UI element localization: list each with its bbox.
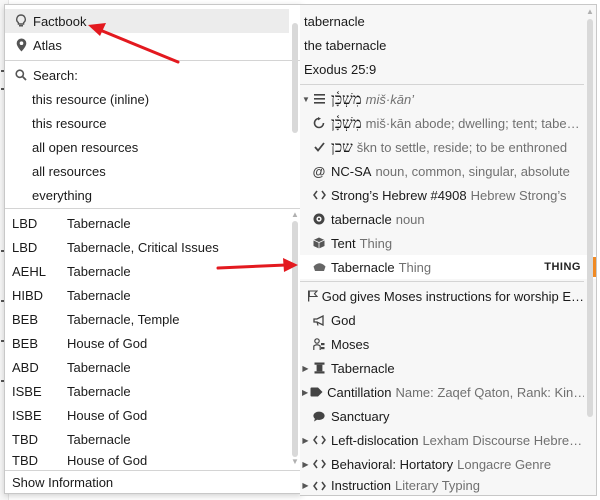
resource-item[interactable]: BEB Tabernacle, Temple (5, 307, 289, 331)
search-scope-all-resources[interactable]: all resources (5, 159, 289, 183)
reference[interactable]: Exodus 25:9 (300, 57, 584, 81)
panel-item-left-dislocation[interactable]: ▶ Left-dislocation Lexham Discourse Hebr… (300, 428, 584, 452)
thing-icon (311, 262, 327, 272)
panel-item-strongs[interactable]: Strong’s Hebrew #4908 Hebrew Strong’s (300, 183, 584, 207)
menu-separator (5, 470, 301, 471)
megaphone-icon (311, 314, 327, 326)
selected-word: tabernacle (304, 13, 365, 29)
panel-separator (300, 281, 584, 282)
panel-item-cantillation[interactable]: ▶ Cantillation Name: Zaqef Qaton, Rank: … (300, 380, 584, 404)
context-menu: Factbook Atlas Search: this resource (in… (4, 4, 302, 494)
panel-item-morphology[interactable]: @ NC-SA noun, common, singular, absolute (300, 159, 584, 183)
panel-item-tabernacle[interactable]: ▶ Tabernacle (300, 356, 584, 380)
sense-icon (311, 213, 327, 225)
menu-item-atlas[interactable]: Atlas (5, 33, 289, 57)
expand-right-icon[interactable]: ▶ (302, 364, 309, 373)
show-information-button[interactable]: Show Information (12, 472, 113, 492)
expand-right-icon[interactable]: ▶ (302, 481, 309, 490)
search-scope-inline[interactable]: this resource (inline) (5, 87, 289, 111)
panel-item-surface-form[interactable]: ▼ מִשְׁכָּ֫ן miš·kān’ (300, 87, 584, 111)
code-brackets-icon (311, 435, 327, 445)
lightbulb-icon (12, 14, 30, 28)
panel-item-root[interactable]: שכן škn to settle, reside; to be enthron… (300, 135, 584, 159)
panel-scrollbar[interactable] (587, 19, 593, 417)
scroll-up-icon[interactable]: ▲ (586, 8, 594, 16)
cycle-icon (311, 117, 327, 129)
panel-item-tabernacle-thing[interactable]: Tabernacle Thing THING (300, 255, 596, 279)
search-scope-this-resource[interactable]: this resource (5, 111, 289, 135)
selection-indicator (593, 257, 596, 277)
expand-right-icon[interactable]: ▶ (302, 436, 309, 445)
code-brackets-icon (311, 190, 327, 200)
resource-item[interactable]: AEHL Tabernacle (5, 259, 289, 283)
panel-item-tent[interactable]: Tent Thing (300, 231, 584, 255)
expand-right-icon[interactable]: ▶ (302, 460, 309, 469)
menu-separator (5, 60, 301, 61)
information-panel: tabernacle the tabernacle Exodus 25:9 ▼ … (300, 4, 597, 496)
resource-item[interactable]: ISBE Tabernacle (5, 379, 289, 403)
text-lines-icon (311, 94, 327, 104)
panel-item-instruction[interactable]: ▶ Instruction Literary Typing (300, 476, 584, 495)
pillar-icon (311, 362, 327, 374)
type-tag: THING (544, 261, 581, 273)
expand-right-icon[interactable]: ▶ (302, 388, 308, 397)
panel-item-sense[interactable]: tabernacle noun (300, 207, 584, 231)
scroll-down-icon[interactable]: ▼ (291, 458, 299, 466)
resource-item[interactable]: LBD Tabernacle (5, 211, 289, 235)
panel-item-god[interactable]: God (300, 308, 584, 332)
resource-item[interactable]: ABD Tabernacle (5, 355, 289, 379)
flag-icon (307, 290, 318, 302)
at-sign-icon: @ (312, 163, 326, 179)
map-pin-icon (12, 38, 30, 52)
tag-icon (310, 387, 323, 397)
person-icon (311, 337, 327, 351)
code-brackets-icon (311, 481, 327, 491)
resource-item[interactable]: TBD House of God (5, 451, 289, 469)
code-brackets-icon (311, 459, 327, 469)
resource-item[interactable]: ISBE House of God (5, 403, 289, 427)
scroll-up-icon[interactable]: ▲ (291, 211, 299, 219)
menu-item-factbook[interactable]: Factbook (5, 9, 289, 33)
resource-item[interactable]: HIBD Tabernacle (5, 283, 289, 307)
resource-list-scrollbar[interactable] (292, 221, 298, 457)
resource-item[interactable]: TBD Tabernacle (5, 427, 289, 451)
expand-down-icon[interactable]: ▼ (302, 95, 310, 104)
panel-separator (300, 84, 584, 85)
speech-bubble-icon (311, 411, 327, 422)
panel-item-sanctuary[interactable]: Sanctuary (300, 404, 584, 428)
menu-scrollbar[interactable] (292, 23, 298, 133)
search-scope-everything[interactable]: everything (5, 183, 289, 207)
search-icon (12, 69, 30, 81)
panel-item-behavioral[interactable]: ▶ Behavioral: Hortatory Longacre Genre (300, 452, 584, 476)
panel-item-event[interactable]: God gives Moses instructions for worship… (300, 284, 584, 308)
menu-item-label: Factbook (33, 13, 87, 29)
root-check-icon (311, 142, 327, 152)
search-header: Search: (5, 63, 289, 87)
cube-icon (311, 237, 327, 249)
resource-item[interactable]: LBD Tabernacle, Critical Issues (5, 235, 289, 259)
panel-item-moses[interactable]: Moses (300, 332, 584, 356)
panel-item-lemma[interactable]: מִשְׁכָּ֫ן miš·kān abode; dwelling; tent… (300, 111, 584, 135)
menu-separator (5, 208, 301, 209)
menu-item-label: Atlas (33, 37, 62, 53)
selected-phrase: the tabernacle (304, 37, 387, 53)
resource-item[interactable]: BEB House of God (5, 331, 289, 355)
search-scope-open-resources[interactable]: all open resources (5, 135, 289, 159)
